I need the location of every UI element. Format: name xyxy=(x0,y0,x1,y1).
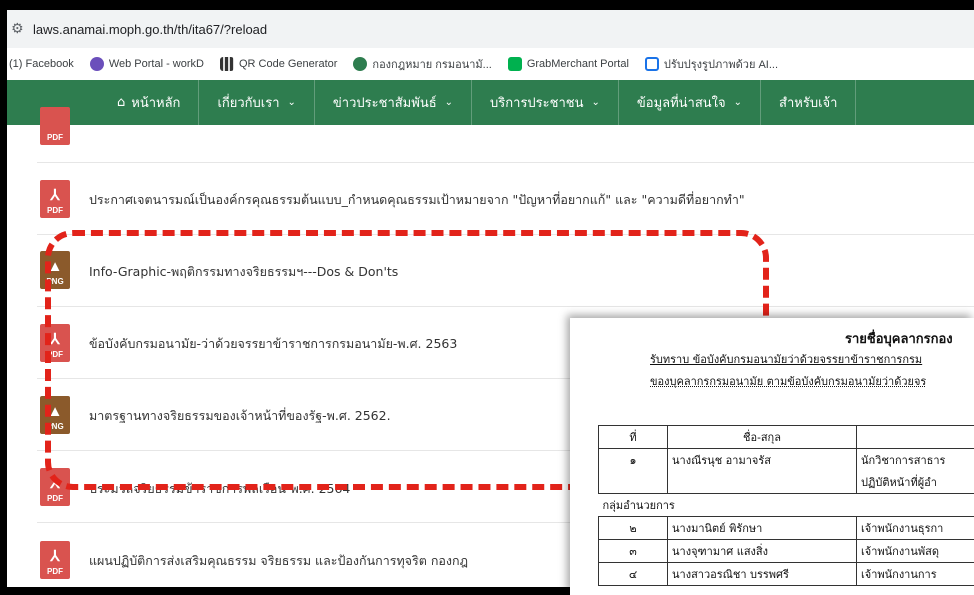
cell: ๓ xyxy=(598,539,668,563)
main-nav: ⌂ หน้าหลัก เกี่ยวกับเรา ⌄ ข่าวประชาสัมพันธ… xyxy=(7,80,974,125)
chevron-down-icon: ⌄ xyxy=(733,97,743,108)
file-type-label: PDF xyxy=(47,206,63,215)
url-text[interactable]: laws.anamai.moph.go.th/th/ita67/?reload xyxy=(33,22,267,37)
document-overlay: รายชื่อบุคลากรกอง รับทราบ ข้อบังคับกรมอน… xyxy=(570,318,974,595)
cell xyxy=(598,471,668,494)
nav-news[interactable]: ข่าวประชาสัมพันธ์ ⌄ xyxy=(315,80,473,125)
ai-icon xyxy=(644,57,659,71)
header-position xyxy=(856,425,974,449)
cell: เจ้าพนักงานการ xyxy=(856,562,974,586)
cell: นางณีรนุช อามาจรัส xyxy=(667,448,857,471)
pdf-file-icon[interactable]: ⅄ PDF xyxy=(40,541,70,579)
header-name: ชื่อ-สกุล xyxy=(667,425,857,449)
table-row: ๑ นางณีรนุช อามาจรัส นักวิชาการสาธาร xyxy=(598,448,974,471)
nav-label: สำหรับเจ้า xyxy=(779,96,838,111)
bookmark-grab[interactable]: GrabMerchant Portal xyxy=(507,57,629,71)
document-title: รายชื่อบุคลากรกอง xyxy=(845,332,953,347)
cell: นางจุฑามาศ แสงสิ่ง xyxy=(667,539,857,563)
file-type-label: PDF xyxy=(47,133,63,142)
chevron-down-icon: ⌄ xyxy=(287,97,296,108)
cell: ปฏิบัติหน้าที่ผู้อำ xyxy=(856,471,974,494)
bookmark-label: Web Portal - workD xyxy=(108,58,204,70)
cell: นางสาวอรณิชา บรรพศรี xyxy=(667,562,857,586)
cell: ๔ xyxy=(598,562,668,586)
pdf-file-icon[interactable]: ⅄ PDF xyxy=(40,180,70,218)
cell: ๒ xyxy=(598,516,668,540)
bookmark-label: กองกฎหมาย กรมอนามั... xyxy=(372,59,492,71)
bookmark-label: QR Code Generator xyxy=(238,58,338,70)
group-label: กลุ่มอำนวยการ xyxy=(598,493,974,517)
nav-for-staff[interactable]: สำหรับเจ้า xyxy=(761,80,857,125)
bookmarks-bar: (1) Facebook Web Portal - workD QR Code … xyxy=(7,48,974,81)
bookmark-label: (1) Facebook xyxy=(9,58,74,70)
cell: เจ้าพนักงานพัสดุ xyxy=(856,539,974,563)
cell: ๑ xyxy=(598,448,668,471)
site-info-icon[interactable]: ⚙ xyxy=(11,21,33,37)
pdf-file-icon[interactable]: PDF xyxy=(40,107,70,145)
table-row: ๓ นางจุฑามาศ แสงสิ่ง เจ้าพนักงานพัสดุ xyxy=(598,539,974,563)
file-link[interactable]: ประกาศเจตนารมณ์เป็นองค์กรคุณธรรมต้นแบบ_ก… xyxy=(89,190,745,210)
document-line: รับทราบ ข้อบังคับกรมอนามัยว่าด้วยจรรยาข้… xyxy=(650,353,923,366)
file-type-label: PDF xyxy=(47,494,63,503)
site-icon xyxy=(353,57,368,71)
nav-label: บริการประชาชน xyxy=(490,96,584,111)
nav-label: ข้อมูลที่น่าสนใจ xyxy=(636,96,726,111)
acrobat-icon: ⅄ xyxy=(50,187,60,204)
nav-label: เกี่ยวกับเรา xyxy=(217,96,280,111)
document-line: ของบุคลากรกรมอนามัย ตามข้อบังคับกรมอนามั… xyxy=(650,375,927,388)
cell xyxy=(667,471,857,494)
bookmark-label: GrabMerchant Portal xyxy=(526,58,629,70)
table-row: ปฏิบัติหน้าที่ผู้อำ xyxy=(598,471,974,494)
chevron-down-icon: ⌄ xyxy=(591,97,600,108)
table-header: ที่ ชื่อ-สกุล xyxy=(598,425,974,449)
address-bar[interactable]: ⚙ laws.anamai.moph.go.th/th/ita67/?reloa… xyxy=(7,10,974,48)
chevron-down-icon: ⌄ xyxy=(444,97,454,108)
home-icon: ⌂ xyxy=(117,95,126,110)
file-link[interactable]: แผนปฏิบัติการส่งเสริมคุณธรรม จริยธรรม แล… xyxy=(89,551,468,571)
qr-icon xyxy=(219,57,234,71)
nav-label: หน้าหลัก xyxy=(131,96,181,111)
nav-home[interactable]: ⌂ หน้าหลัก xyxy=(99,80,200,125)
bookmark-ai[interactable]: ปรับปรุงรูปภาพด้วย AI... xyxy=(644,55,779,73)
grab-icon xyxy=(507,57,522,71)
group-row: กลุ่มอำนวยการ xyxy=(598,493,974,517)
bookmark-law-division[interactable]: กองกฎหมาย กรมอนามั... xyxy=(353,55,492,73)
table-row: ๔ นางสาวอรณิชา บรรพศรี เจ้าพนักงานการ xyxy=(598,562,974,586)
workd-icon xyxy=(89,57,104,71)
bookmark-label: ปรับปรุงรูปภาพด้วย AI... xyxy=(663,59,779,71)
nav-services[interactable]: บริการประชาชน ⌄ xyxy=(472,80,619,125)
staff-table: ที่ ชื่อ-สกุล ๑ นางณีรนุช อามาจรัส นักวิ… xyxy=(598,425,974,586)
file-type-label: PDF xyxy=(47,567,63,576)
nav-label: ข่าวประชาสัมพันธ์ xyxy=(332,96,437,111)
acrobat-icon: ⅄ xyxy=(50,548,60,565)
bookmark-qr[interactable]: QR Code Generator xyxy=(219,57,338,71)
cell: นางมานิตย์ พิรักษา xyxy=(667,516,857,540)
cell: นักวิชาการสาธาร xyxy=(856,448,974,471)
table-row: ๒ นางมานิตย์ พิรักษา เจ้าพนักงานธุรกา xyxy=(598,516,974,540)
bookmark-workd[interactable]: Web Portal - workD xyxy=(89,57,204,71)
header-no: ที่ xyxy=(598,425,668,449)
bookmark-facebook[interactable]: (1) Facebook xyxy=(9,58,74,70)
cell: เจ้าพนักงานธุรกา xyxy=(856,516,974,540)
nav-info[interactable]: ข้อมูลที่น่าสนใจ ⌄ xyxy=(619,80,762,125)
nav-about[interactable]: เกี่ยวกับเรา ⌄ xyxy=(199,80,315,125)
